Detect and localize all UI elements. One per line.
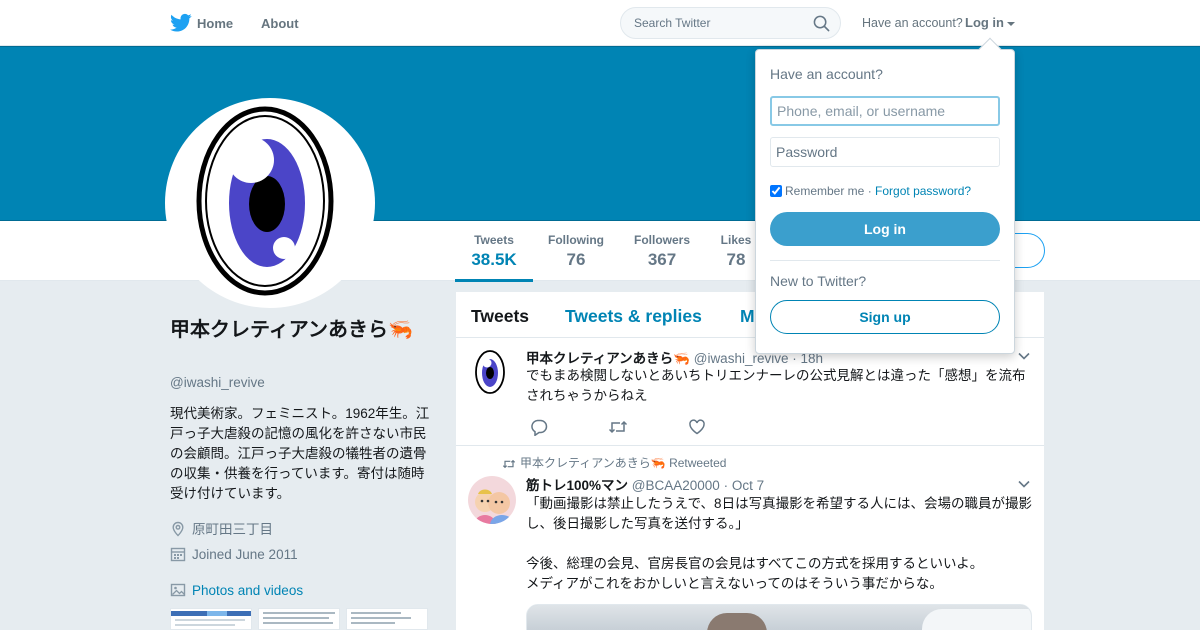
heart-icon[interactable] [688, 418, 706, 436]
search-icon[interactable] [813, 15, 830, 32]
tab-media[interactable]: M [740, 306, 755, 327]
tweet-author-name[interactable]: 甲本クレティアンあきら🦐 [526, 351, 690, 366]
photo-thumbnail[interactable] [170, 608, 252, 630]
profile-avatar[interactable] [165, 98, 375, 308]
have-account-text: Have an account? [862, 16, 963, 30]
forgot-password-link[interactable]: Forgot password? [875, 184, 971, 198]
tweet-avatar[interactable] [468, 348, 516, 396]
login-button[interactable]: Log in [770, 212, 1000, 246]
login-dropdown-toggle[interactable]: Log in [965, 15, 1015, 30]
eye-avatar-image [196, 106, 334, 296]
reply-icon[interactable] [530, 418, 548, 436]
tweet-author-name[interactable]: 筋トレ100%マン [526, 478, 628, 493]
password-field[interactable] [770, 137, 1000, 167]
top-nav-bar: Home About Search Twitter Have an accoun… [0, 0, 1200, 46]
login-dropdown: Have an account? Remember me · Forgot pa… [755, 37, 1015, 354]
username-field[interactable] [770, 96, 1000, 126]
stat-following[interactable]: Following 76 [546, 233, 606, 270]
tweet-avatar[interactable] [468, 476, 516, 524]
profile-bio: 現代美術家。フェミニスト。1962年生。江戸っ子大虐殺の記憶の風化を許さない市民… [170, 406, 430, 501]
tweet[interactable]: 甲本クレティアンあきら🦐 Retweeted 筋トレ100%マン @BCAA20… [456, 446, 1044, 630]
stat-label: Likes [720, 233, 752, 247]
tab-tweets-replies[interactable]: Tweets & replies [565, 306, 702, 327]
chevron-down-icon[interactable] [1018, 352, 1030, 360]
remember-row: Remember me · Forgot password? [770, 184, 971, 198]
chevron-down-icon[interactable] [1018, 480, 1030, 488]
location-pin-icon [172, 521, 184, 537]
tab-tweets[interactable]: Tweets [471, 306, 529, 327]
tweet-actions [530, 418, 730, 438]
remember-me-label[interactable]: Remember me [785, 184, 864, 198]
tweet-media-photo[interactable] [526, 604, 1032, 630]
stat-tweets[interactable]: Tweets 38.5K [455, 233, 533, 282]
stat-label: Followers [633, 233, 690, 247]
joined-text: Joined June 2011 [192, 547, 298, 562]
remember-me-checkbox[interactable] [770, 185, 782, 197]
photo-thumbnails [170, 608, 430, 630]
photo-icon [170, 583, 186, 597]
tweet-text: でもまあ検閲しないとあいちトリエンナーレの公式見解とは違った「感想」を流布されち… [526, 368, 1026, 403]
profile-joined: Joined June 2011 [170, 546, 298, 562]
twitter-bird-icon[interactable] [170, 13, 192, 33]
stat-likes[interactable]: Likes 78 [718, 233, 754, 270]
retweet-icon[interactable] [608, 418, 628, 436]
dropdown-title: Have an account? [770, 66, 883, 82]
nav-about-link[interactable]: About [261, 16, 299, 31]
stat-label: Tweets [474, 233, 514, 247]
dropdown-divider [770, 260, 1000, 261]
stat-value: 78 [726, 250, 746, 269]
tweet-text: 「動画撮影は禁止したうえで、8日は写真撮影を希望する人には、会場の職員が撮影し、… [526, 496, 1033, 591]
nav-home-link[interactable]: Home [197, 16, 233, 31]
stat-label: Following [548, 233, 604, 247]
login-toggle-label[interactable]: Log in [965, 15, 1004, 30]
calendar-icon [170, 547, 186, 562]
stat-value: 38.5K [471, 250, 517, 269]
photo-thumbnail[interactable] [346, 608, 428, 630]
tweet-author-handle[interactable]: @BCAA20000 [632, 478, 720, 493]
eye-avatar-image [468, 348, 516, 396]
profile-handle[interactable]: @iwashi_revive [170, 375, 265, 390]
new-to-twitter-text: New to Twitter? [770, 273, 867, 289]
retweet-context[interactable]: 甲本クレティアンあきら🦐 Retweeted [502, 454, 726, 471]
cartoon-avatar-image [468, 476, 516, 524]
photos-videos-link[interactable]: Photos and videos [170, 582, 303, 598]
location-text: 原町田三丁目 [192, 522, 273, 537]
retweet-icon [502, 459, 516, 469]
tweet-header: 筋トレ100%マン @BCAA20000 · Oct 7 [526, 474, 764, 494]
remember-separator: · [867, 184, 872, 198]
tweet-separator: · [723, 478, 729, 493]
stat-followers[interactable]: Followers 367 [632, 233, 692, 270]
photos-videos-label[interactable]: Photos and videos [192, 583, 303, 598]
signup-button[interactable]: Sign up [770, 300, 1000, 334]
tweet-timestamp[interactable]: Oct 7 [732, 478, 764, 493]
stat-value: 76 [566, 250, 586, 269]
profile-location: 原町田三丁目 [170, 518, 273, 538]
retweeted-by-text[interactable]: 甲本クレティアンあきら🦐 Retweeted [520, 456, 726, 470]
search-placeholder: Search Twitter [634, 16, 711, 30]
search-input[interactable]: Search Twitter [620, 7, 841, 39]
stat-value: 367 [647, 250, 677, 269]
tweet[interactable]: 甲本クレティアンあきら🦐 @iwashi_revive · 18h でもまあ検閲… [456, 338, 1044, 446]
chevron-down-icon [1007, 21, 1015, 26]
photo-thumbnail[interactable] [258, 608, 340, 630]
profile-name[interactable]: 甲本クレティアンあきら🦐 [170, 316, 420, 344]
